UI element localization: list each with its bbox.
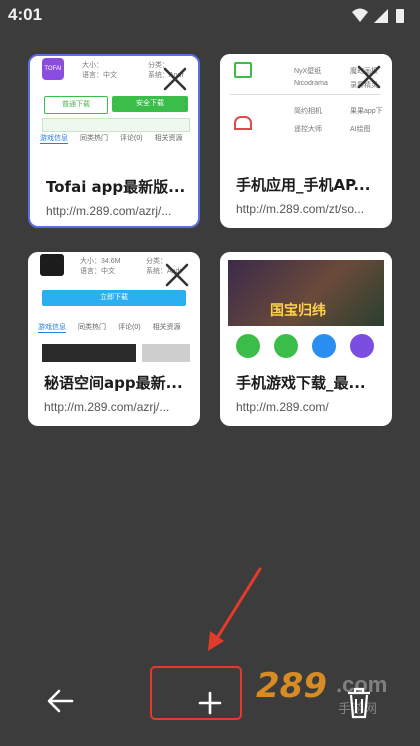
- app-list-item: 简约相机: [294, 108, 322, 115]
- thumb-tabs: 游戏信息 同类热门 评论(0) 相关资源: [40, 135, 183, 144]
- tab-card[interactable]: 国宝归纬 手机游戏下载_最... http://m.289.com/: [220, 252, 392, 426]
- tab-thumbnail: 国宝归纬: [220, 252, 392, 362]
- thumb-tabs: 游戏信息 同类热门 评论(0) 相关资源: [38, 324, 181, 333]
- app-list-item: Nicodrama: [294, 80, 328, 87]
- app-meta: 大小：: [82, 62, 103, 69]
- service-icon: [234, 116, 252, 130]
- tv-icon: [234, 62, 252, 78]
- download-button: 立即下载: [42, 290, 186, 306]
- status-time: 4:01: [8, 5, 43, 24]
- watermark-number: 289: [256, 666, 327, 706]
- app-list-item: NyX壁纸: [294, 68, 322, 75]
- close-tab-icon[interactable]: [356, 64, 382, 90]
- watermark-logo: 289 .com 手游网: [252, 664, 402, 720]
- tab-card[interactable]: TOFAI 大小： 语言：中文 分类： 系统：Andr 普通下载 安全下载 游戏…: [28, 54, 200, 228]
- signal-icon: [374, 9, 388, 23]
- status-bar: 4:01: [0, 0, 420, 30]
- app-logo: TOFAI: [42, 58, 64, 80]
- app-meta: 语言：中文: [80, 268, 115, 275]
- banner-text: 国宝归纬: [270, 303, 326, 319]
- app-meta: 大小：34.6M: [80, 258, 121, 265]
- tab-title: 秘语空间app最新...: [44, 374, 183, 392]
- notice-box: [42, 118, 190, 132]
- game-banner-image: 国宝归纬: [228, 260, 384, 326]
- app-list-item: 果果app下: [350, 108, 383, 115]
- close-tab-icon[interactable]: [162, 66, 188, 92]
- watermark-domain: .com: [336, 672, 388, 697]
- watermark-subtitle: 手游网: [338, 701, 378, 716]
- app-list-item: AI绘图: [350, 126, 371, 133]
- wifi-icon: [352, 8, 368, 22]
- battery-icon: [396, 9, 404, 23]
- tab-title: 手机应用_手机AP...: [236, 176, 371, 194]
- app-list-item: 遥控大师: [294, 126, 322, 133]
- tab-title: Tofai app最新版...: [46, 178, 186, 196]
- tab-url: http://m.289.com/azrj/...: [44, 400, 170, 414]
- tab-title: 手机游戏下载_最...: [236, 374, 366, 392]
- category-icon: [236, 334, 260, 358]
- normal-download-button: 普通下载: [44, 96, 108, 114]
- tab-card[interactable]: 大小：34.6M 语言：中文 分类： 系统：Andr 立即下载 游戏信息 同类热门…: [28, 252, 200, 426]
- crown-icon: [274, 334, 298, 358]
- annotation-arrow: [208, 567, 262, 651]
- tab-url: http://m.289.com/zt/so...: [236, 202, 365, 216]
- app-logo: [40, 254, 64, 276]
- app-meta: 语言：中文: [82, 72, 117, 79]
- close-tab-icon[interactable]: [164, 262, 190, 288]
- status-icons: [352, 8, 404, 23]
- back-arrow-icon[interactable]: [42, 683, 78, 719]
- tab-url: http://m.289.com/azrj/...: [46, 204, 172, 218]
- screenshot-image: [42, 344, 136, 362]
- screenshot-image: [142, 344, 190, 362]
- tab-card[interactable]: NyX壁纸 魔幻画板 Nicodrama 录屏精灵 简约相机 果果app下 遥控…: [220, 54, 392, 228]
- safe-download-button: 安全下载: [112, 96, 188, 112]
- gift-icon: [312, 334, 336, 358]
- tab-url: http://m.289.com/: [236, 400, 329, 414]
- new-tab-plus-icon[interactable]: [190, 683, 230, 723]
- star-icon: [350, 334, 374, 358]
